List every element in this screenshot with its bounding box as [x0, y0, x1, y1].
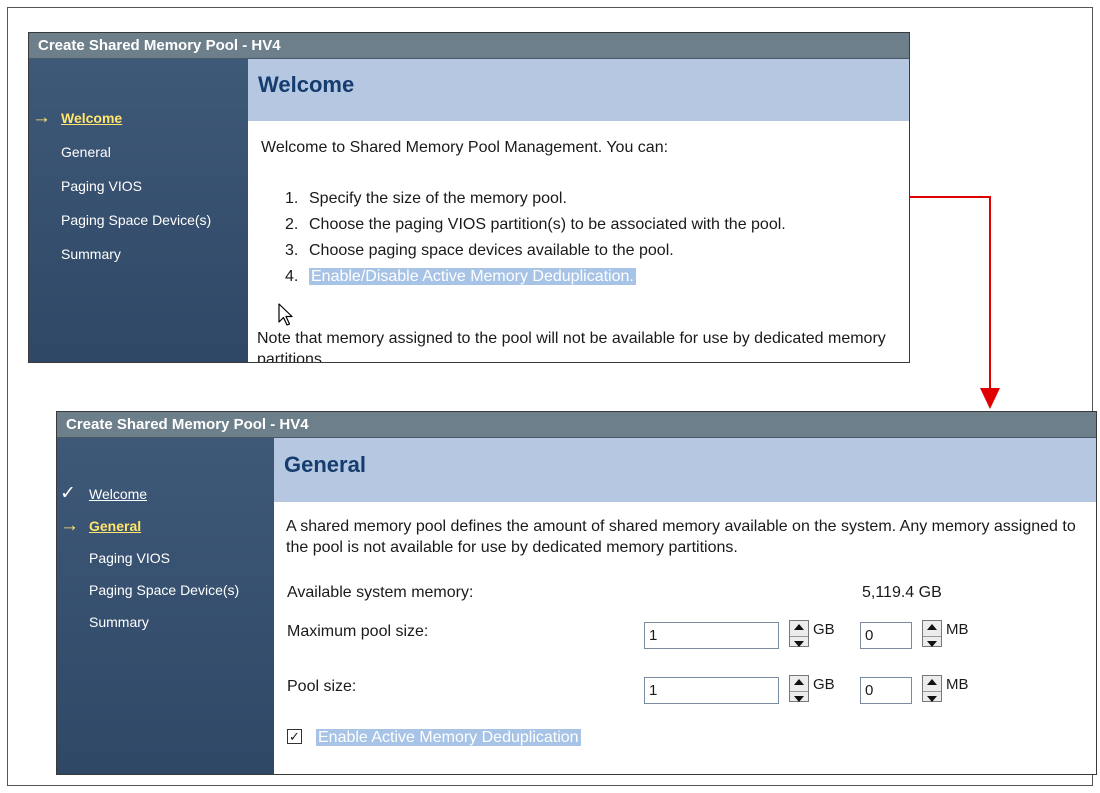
pool-gb-stepper[interactable]: [789, 675, 809, 702]
gb-unit-label: GB: [813, 676, 835, 693]
stepper-up-button[interactable]: [923, 624, 941, 637]
max-pool-gb-stepper[interactable]: [789, 620, 809, 647]
highlighted-checkbox-text: Enable Active Memory Deduplication: [316, 729, 581, 746]
max-pool-mb-input[interactable]: 0: [860, 622, 912, 649]
stepper-down-button[interactable]: [923, 695, 941, 709]
page-title: General: [274, 438, 1096, 502]
available-memory-label: Available system memory:: [287, 584, 474, 601]
pool-gb-input[interactable]: 1: [644, 677, 779, 704]
nav-item-label: General: [89, 518, 142, 534]
pool-size-label: Pool size:: [287, 678, 357, 695]
stepper-up-button[interactable]: [790, 624, 808, 637]
description-text: A shared memory pool defines the amount …: [286, 518, 1076, 556]
max-pool-gb-input[interactable]: 1: [644, 622, 779, 649]
mb-unit-label: MB: [946, 621, 969, 638]
nav-item-paging-space-devices[interactable]: Paging Space Device(s): [57, 574, 274, 606]
general-wizard-window: Create Shared Memory Pool - HV4 ✓ Welcome…: [56, 411, 1097, 775]
stepper-up-button[interactable]: [790, 679, 808, 692]
completed-check-icon: ✓: [60, 483, 76, 504]
pool-mb-stepper[interactable]: [922, 675, 942, 702]
stepper-down-button[interactable]: [790, 695, 808, 709]
nav-item-welcome[interactable]: ✓ Welcome: [57, 478, 274, 510]
stepper-down-button[interactable]: [790, 640, 808, 654]
nav-item-label: Paging Space Device(s): [89, 582, 240, 598]
current-step-arrow-icon: →: [60, 515, 79, 536]
stepper-up-button[interactable]: [923, 679, 941, 692]
max-pool-size-label: Maximum pool size:: [287, 623, 429, 640]
nav-item-label: Welcome: [89, 486, 148, 502]
gb-unit-label: GB: [813, 621, 835, 638]
max-pool-mb-stepper[interactable]: [922, 620, 942, 647]
nav-item-label: Summary: [89, 614, 149, 630]
pool-mb-input[interactable]: 0: [860, 677, 912, 704]
window-title: Create Shared Memory Pool - HV4: [57, 412, 1096, 438]
nav-item-paging-vios[interactable]: Paging VIOS: [57, 542, 274, 574]
mb-unit-label: MB: [946, 676, 969, 693]
nav-item-label: Paging VIOS: [89, 550, 170, 566]
available-memory-value: 5,119.4 GB: [862, 584, 942, 601]
stepper-down-button[interactable]: [923, 640, 941, 654]
nav-item-summary[interactable]: Summary: [57, 606, 274, 638]
dedup-checkbox[interactable]: ✓: [287, 729, 302, 744]
dedup-checkbox-label[interactable]: Enable Active Memory Deduplication: [316, 727, 581, 748]
nav-item-general[interactable]: → General: [57, 510, 274, 542]
wizard-content: General A shared memory pool defines the…: [274, 438, 1096, 774]
wizard-nav: ✓ Welcome → General Paging VIOS Paging Spa…: [57, 438, 274, 774]
